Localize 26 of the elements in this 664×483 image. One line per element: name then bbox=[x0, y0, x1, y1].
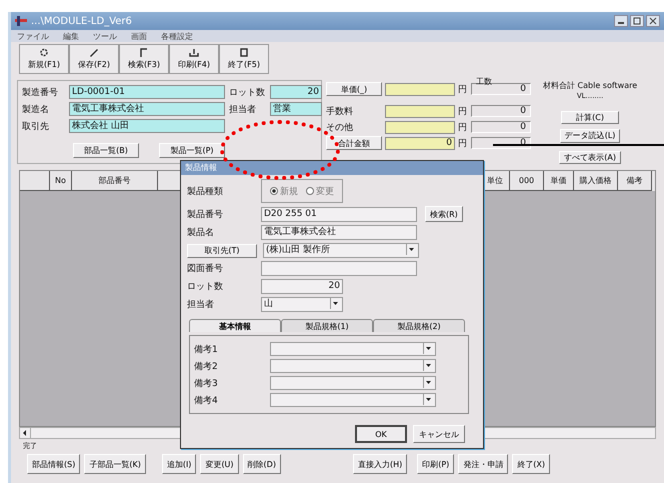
field-label: 製品種類 bbox=[187, 186, 224, 198]
unit-label: 円 bbox=[458, 122, 468, 134]
field-label: 担当者 bbox=[187, 298, 215, 311]
total-field: 0 bbox=[471, 121, 531, 133]
field-label: ロット数 bbox=[187, 280, 224, 293]
field-label: 備考2 bbox=[194, 360, 219, 372]
total-field: 0 bbox=[471, 105, 531, 117]
field-label: 備考1 bbox=[194, 344, 219, 356]
unit-label: 円 bbox=[458, 138, 468, 150]
dialog-title: 製品情報 bbox=[181, 161, 483, 175]
unit-label: 円 bbox=[458, 84, 468, 96]
field-label: 備考4 bbox=[194, 394, 219, 406]
field-label: その他 bbox=[326, 122, 354, 134]
field-label: 製品名 bbox=[187, 226, 215, 239]
field-label: ロット数 bbox=[229, 86, 266, 98]
window-title: ...\MODULE-LD_Ver6 bbox=[31, 16, 132, 26]
field-label: 取引先 bbox=[22, 120, 50, 132]
field-label: 製造名 bbox=[22, 104, 50, 116]
field-label: 備考3 bbox=[194, 378, 219, 390]
field-label: 担当者 bbox=[229, 104, 257, 116]
field-label: 製造番号 bbox=[22, 86, 59, 98]
summary-title: 材料合計 Cable software bbox=[543, 80, 638, 91]
field-label: 製品番号 bbox=[187, 208, 224, 220]
field-label: 手数料 bbox=[326, 106, 354, 118]
field-label: 図面番号 bbox=[187, 262, 224, 275]
unit-label: 円 bbox=[458, 106, 468, 118]
